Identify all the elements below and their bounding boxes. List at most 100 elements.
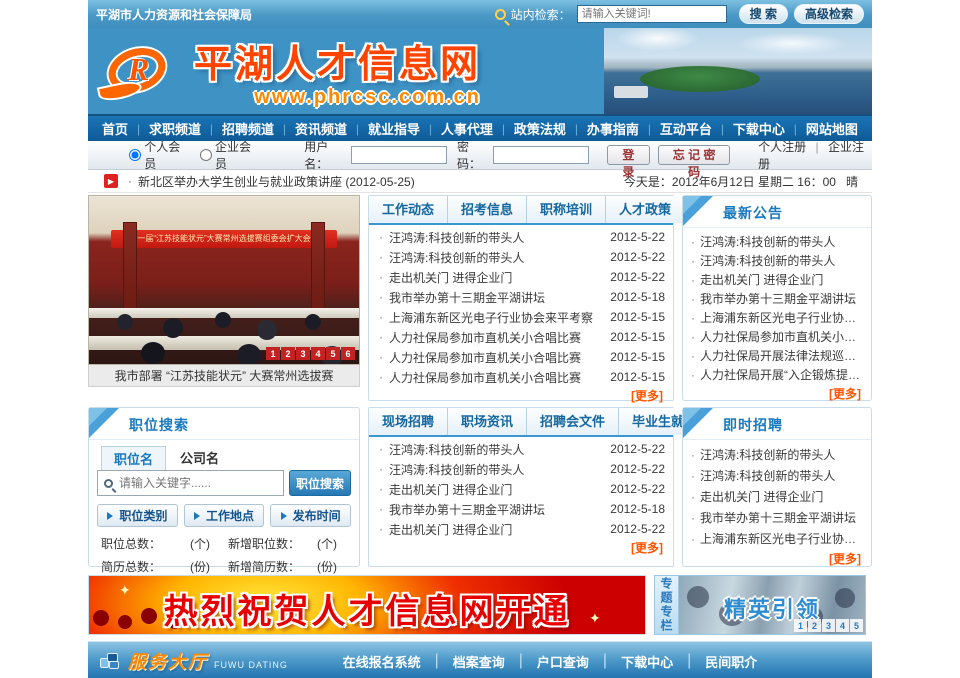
service-link[interactable]: 户口查询: [537, 652, 589, 671]
announcement-title[interactable]: 我市举办第十三期金平湖讲坛: [700, 290, 856, 307]
announcement-title[interactable]: 人力社保局参加市直机关小合唱比赛: [700, 328, 863, 345]
nav-item[interactable]: 办事指南: [587, 119, 639, 138]
announcement-item[interactable]: · 人力社保局开展法律法规巡回培训: [691, 346, 863, 365]
nav-item[interactable]: 人事代理: [441, 119, 493, 138]
news-item-title[interactable]: 走出机关门 进得企业门: [389, 521, 602, 538]
service-link[interactable]: 下载中心: [621, 652, 673, 671]
news-item[interactable]: · 汪鸿涛:科技创新的带头人 2012-5-22: [377, 439, 665, 459]
news-item-title[interactable]: 汪鸿涛:科技创新的带头人: [389, 229, 602, 246]
service-link[interactable]: 在线报名系统: [343, 652, 421, 671]
job-filter-button[interactable]: 工作地点: [184, 504, 265, 527]
special-page-button[interactable]: 3: [822, 619, 835, 632]
nav-item[interactable]: 资讯频道: [295, 119, 347, 138]
news-item-title[interactable]: 我市举办第十三期金平湖讲坛: [389, 289, 602, 306]
slider-page-button[interactable]: 4: [311, 347, 325, 360]
news-item[interactable]: · 汪鸿涛:科技创新的带头人 2012-5-22: [377, 227, 665, 247]
slider-page-button[interactable]: 2: [281, 347, 295, 360]
site-logo[interactable]: R: [102, 43, 178, 99]
news-item-title[interactable]: 人力社保局参加市直机关小合唱比赛: [389, 369, 602, 386]
news-item-title[interactable]: 汪鸿涛:科技创新的带头人: [389, 441, 602, 458]
announcement-title[interactable]: 走出机关门 进得企业门: [700, 271, 823, 288]
special-page-button[interactable]: 2: [808, 619, 821, 632]
company-member-radio[interactable]: [200, 149, 212, 161]
service-link[interactable]: 档案查询: [453, 652, 505, 671]
personal-member-option[interactable]: 个人会员: [129, 138, 188, 172]
news-item-title[interactable]: 人力社保局参加市直机关小合唱比赛: [389, 349, 602, 366]
announcement-item[interactable]: · 人力社保局参加市直机关小合唱比赛: [691, 327, 863, 346]
news-item[interactable]: · 走出机关门 进得企业门 2012-5-22: [377, 479, 665, 499]
announcement-item[interactable]: · 人力社保局开展“入企锻炼提素质”: [691, 365, 863, 384]
photo-caption[interactable]: 我市部署 “江苏技能状元” 大赛常州选拔赛: [88, 365, 360, 387]
tab-position-name[interactable]: 职位名: [101, 446, 166, 470]
more-link[interactable]: [更多]: [631, 541, 663, 555]
nav-item[interactable]: 首页: [102, 119, 128, 138]
news-item[interactable]: · 汪鸿涛:科技创新的带头人 2012-5-22: [377, 247, 665, 267]
special-column-banner[interactable]: 专题专栏 精英引领 12345: [654, 575, 866, 635]
news-item-title[interactable]: 人力社保局参加市直机关小合唱比赛: [389, 329, 602, 346]
instant-job-item[interactable]: · 汪鸿涛:科技创新的带头人: [691, 444, 863, 465]
announcement-title[interactable]: 人力社保局开展法律法规巡回培训: [700, 347, 863, 364]
news-item[interactable]: · 走出机关门 进得企业门 2012-5-22: [377, 519, 665, 539]
nav-item[interactable]: 求职频道: [149, 119, 201, 138]
site-search-button[interactable]: 搜 索: [739, 4, 788, 24]
job-filter-button[interactable]: 发布时间: [270, 504, 351, 527]
announcement-item[interactable]: · 汪鸿涛:科技创新的带头人: [691, 232, 863, 251]
instant-job-item[interactable]: · 上海浦东新区光电子行业协会来平考: [691, 528, 863, 549]
news-item-title[interactable]: 上海浦东新区光电子行业协会来平考察: [389, 309, 602, 326]
news-item[interactable]: · 人力社保局参加市直机关小合唱比赛 2012-5-15: [377, 367, 665, 387]
instant-job-title[interactable]: 我市举办第十三期金平湖讲坛: [700, 509, 856, 526]
special-page-button[interactable]: 5: [850, 619, 863, 632]
keyword-input[interactable]: [119, 476, 277, 490]
personal-member-radio[interactable]: [129, 149, 141, 161]
announcement-item[interactable]: · 汪鸿涛:科技创新的带头人: [691, 251, 863, 270]
advanced-search-button[interactable]: 高级检索: [794, 4, 864, 24]
news-item[interactable]: · 走出机关门 进得企业门 2012-5-22: [377, 267, 665, 287]
password-field[interactable]: [493, 146, 589, 164]
news-item[interactable]: · 我市举办第十三期金平湖讲坛 2012-5-18: [377, 499, 665, 519]
nav-item[interactable]: 网站地图: [806, 119, 858, 138]
nav-item[interactable]: 下载中心: [733, 119, 785, 138]
username-field[interactable]: [351, 146, 447, 164]
more-link[interactable]: [更多]: [829, 552, 861, 566]
news-tab[interactable]: 招考信息: [448, 196, 527, 223]
slider-page-button[interactable]: 5: [326, 347, 340, 360]
announcement-title[interactable]: 汪鸿涛:科技创新的带头人: [700, 252, 835, 269]
news-tab[interactable]: 现场招聘: [369, 408, 448, 435]
news-tab[interactable]: 职场资讯: [448, 408, 527, 435]
news-tab[interactable]: 工作动态: [369, 196, 448, 223]
tab-company-name[interactable]: 公司名: [168, 446, 231, 470]
job-filter-button[interactable]: 职位类别: [97, 504, 178, 527]
slider-page-button[interactable]: 3: [296, 347, 310, 360]
celebration-banner[interactable]: ✦ ✦ ✦ 热烈祝贺人才信息网开通: [88, 575, 646, 635]
instant-job-title[interactable]: 汪鸿涛:科技创新的带头人: [700, 467, 835, 484]
slider-page-button[interactable]: 1: [266, 347, 280, 360]
news-item-title[interactable]: 走出机关门 进得企业门: [389, 481, 602, 498]
announcement-title[interactable]: 人力社保局开展“入企锻炼提素质”: [700, 366, 863, 383]
ticker-headline[interactable]: 新北区举办大学生创业与就业政策讲座 (2012-05-25): [138, 173, 415, 190]
nav-item[interactable]: 政策法规: [514, 119, 566, 138]
instant-job-title[interactable]: 走出机关门 进得企业门: [700, 488, 823, 505]
special-page-button[interactable]: 4: [836, 619, 849, 632]
news-item[interactable]: · 人力社保局参加市直机关小合唱比赛 2012-5-15: [377, 347, 665, 367]
instant-job-title[interactable]: 上海浦东新区光电子行业协会来平考: [700, 530, 863, 547]
announcement-item[interactable]: · 上海浦东新区光电子行业协会来平考: [691, 308, 863, 327]
more-link[interactable]: [更多]: [829, 387, 861, 401]
personal-register-link[interactable]: 个人注册: [758, 140, 806, 154]
news-item[interactable]: · 汪鸿涛:科技创新的带头人 2012-5-22: [377, 459, 665, 479]
news-tab[interactable]: 职称培训: [527, 196, 606, 223]
nav-item[interactable]: 就业指导: [368, 119, 420, 138]
instant-job-item[interactable]: · 我市举办第十三期金平湖讲坛: [691, 507, 863, 528]
news-tab[interactable]: 人才政策: [606, 196, 685, 223]
news-item-title[interactable]: 走出机关门 进得企业门: [389, 269, 602, 286]
nav-item[interactable]: 互动平台: [660, 119, 712, 138]
more-link[interactable]: [更多]: [631, 389, 663, 403]
news-item-title[interactable]: 我市举办第十三期金平湖讲坛: [389, 501, 602, 518]
news-tab[interactable]: 招聘会文件: [527, 408, 619, 435]
company-member-option[interactable]: 企业会员: [200, 138, 259, 172]
job-search-button[interactable]: 职位搜索: [289, 470, 351, 496]
instant-job-title[interactable]: 汪鸿涛:科技创新的带头人: [700, 446, 835, 463]
announcement-title[interactable]: 上海浦东新区光电子行业协会来平考: [700, 309, 863, 326]
news-item-title[interactable]: 汪鸿涛:科技创新的带头人: [389, 249, 602, 266]
instant-job-item[interactable]: · 走出机关门 进得企业门: [691, 486, 863, 507]
nav-item[interactable]: 招聘频道: [222, 119, 274, 138]
